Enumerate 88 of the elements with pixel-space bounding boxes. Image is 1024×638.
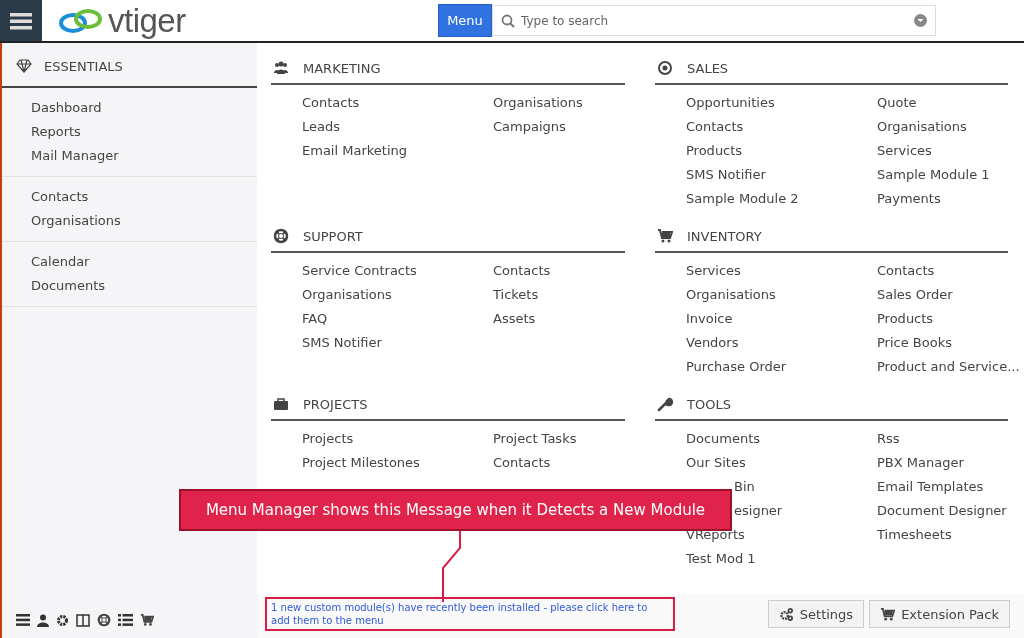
menu-item[interactable]: FAQ xyxy=(302,307,493,331)
cloud-logo-icon xyxy=(58,6,104,35)
extension-pack-button[interactable]: Extension Pack xyxy=(869,600,1010,628)
menu-item[interactable]: Document Designer xyxy=(877,499,1008,523)
menu-item[interactable]: Services xyxy=(686,259,877,283)
menu-item[interactable]: esigner xyxy=(734,499,783,523)
menu-item[interactable]: Timesheets xyxy=(877,523,1008,547)
sidebar-item[interactable]: Documents xyxy=(31,274,257,298)
menu-icon xyxy=(10,11,32,30)
menu-item[interactable]: Purchase Order xyxy=(686,355,877,379)
settings-icon[interactable] xyxy=(56,613,69,627)
menu-item[interactable]: Sample Module 1 xyxy=(877,163,1008,187)
section-title: PROJECTS xyxy=(303,396,368,412)
menu-item[interactable]: Bin xyxy=(734,475,755,499)
section-title: MARKETING xyxy=(303,60,381,76)
search-icon xyxy=(501,13,515,28)
menu-item[interactable]: Vendors xyxy=(686,331,877,355)
menu-item[interactable]: Leads xyxy=(302,115,493,139)
menu-item[interactable]: Campaigns xyxy=(493,115,625,139)
menu-item[interactable]: Organisations xyxy=(493,91,625,115)
settings-button[interactable]: Settings xyxy=(767,600,865,628)
menu-item[interactable]: Sample Module 2 xyxy=(686,187,877,211)
menu-item[interactable]: Organisations xyxy=(877,115,1008,139)
menu-item[interactable]: Contacts xyxy=(877,259,1020,283)
menu-item[interactable]: Service Contracts xyxy=(302,259,493,283)
lifebuoy-icon xyxy=(273,228,289,244)
cart-icon[interactable] xyxy=(140,613,154,627)
menu-item[interactable]: Organisations xyxy=(686,283,877,307)
menu-item[interactable]: Quote xyxy=(877,91,1008,115)
people-icon xyxy=(273,60,289,76)
menu-item[interactable]: Organisations xyxy=(302,283,493,307)
briefcase-icon xyxy=(273,396,289,412)
menu-item[interactable]: Products xyxy=(686,139,877,163)
target-icon xyxy=(657,60,673,76)
menu-button[interactable]: Menu xyxy=(438,4,492,37)
gears-icon xyxy=(778,606,794,622)
menu-item[interactable]: Rss xyxy=(877,427,1008,451)
menu-item[interactable]: Opportunities xyxy=(686,91,877,115)
menu-item[interactable]: Project Tasks xyxy=(493,427,625,451)
sidebar-item[interactable]: Contacts xyxy=(31,185,257,209)
menu-item[interactable]: Email Marketing xyxy=(302,139,493,163)
menu-item[interactable]: Projects xyxy=(302,427,493,451)
section-title: INVENTORY xyxy=(687,228,762,244)
menu-item[interactable]: Payments xyxy=(877,187,1008,211)
menu-item[interactable]: Product and Service... xyxy=(877,355,1020,379)
user-icon[interactable] xyxy=(37,613,49,627)
section-title: TOOLS xyxy=(687,396,731,412)
menu-item[interactable]: Email Templates xyxy=(877,475,1008,499)
logo-text: vtiger xyxy=(108,4,186,37)
menu-item[interactable]: Tickets xyxy=(493,283,625,307)
lifebuoy-icon[interactable] xyxy=(97,613,111,627)
menu-item[interactable]: Test Mod 1 xyxy=(686,547,877,571)
sidebar-item[interactable]: Mail Manager xyxy=(31,144,257,168)
menu-item[interactable]: Contacts xyxy=(493,451,625,475)
menu-item[interactable]: Our Sites xyxy=(686,451,877,475)
menu-item[interactable]: Contacts xyxy=(302,91,493,115)
section-title: SUPPORT xyxy=(303,228,363,244)
menu-item[interactable]: SMS Notifier xyxy=(302,331,493,355)
menu-item[interactable]: Price Books xyxy=(877,331,1020,355)
menu-button[interactable] xyxy=(0,0,42,41)
sidebar-item[interactable]: Dashboard xyxy=(31,96,257,120)
wrench-icon xyxy=(657,396,673,412)
section-title: ESSENTIALS xyxy=(44,58,123,74)
menu-item[interactable]: Invoice xyxy=(686,307,877,331)
section-title: SALES xyxy=(687,60,729,76)
menu-item[interactable]: Services xyxy=(877,139,1008,163)
menu-item[interactable]: Assets xyxy=(493,307,625,331)
cart-icon xyxy=(880,606,896,622)
annotation-callout: Menu Manager shows this Message when it Detects a New Module xyxy=(179,489,732,531)
sidebar-item[interactable]: Calendar xyxy=(31,250,257,274)
menu-item[interactable]: PBX Manager xyxy=(877,451,1008,475)
menu-item[interactable]: Contacts xyxy=(686,115,877,139)
sidebar-item[interactable]: Organisations xyxy=(31,209,257,233)
diamond-icon xyxy=(16,59,32,73)
menu-item[interactable]: SMS Notifier xyxy=(686,163,877,187)
search-bar[interactable]: Type to search xyxy=(492,5,936,36)
dropdown-icon[interactable] xyxy=(914,14,927,27)
cart-icon xyxy=(657,228,673,244)
menu-item[interactable]: Documents xyxy=(686,427,877,451)
menu-item[interactable]: Contacts xyxy=(493,259,625,283)
columns-icon[interactable] xyxy=(76,613,90,627)
list-icon[interactable] xyxy=(118,614,133,626)
menu-item[interactable]: Products xyxy=(877,307,1020,331)
list-icon[interactable] xyxy=(16,614,30,626)
install-message-link[interactable]: 1 new custom module(s) have recently been installed - please click here to add them to the menu xyxy=(271,601,669,627)
sidebar-item[interactable]: Reports xyxy=(31,120,257,144)
menu-item[interactable]: Sales Order xyxy=(877,283,1020,307)
menu-item[interactable]: Project Milestones xyxy=(302,451,493,475)
